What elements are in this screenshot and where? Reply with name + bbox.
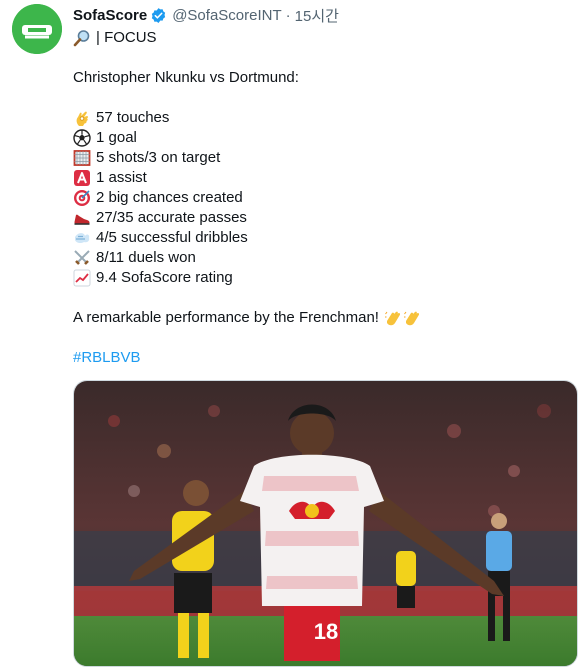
- user-handle[interactable]: @SofaScoreINT: [172, 7, 281, 24]
- stat-line: 5 shots/3 on target: [73, 148, 573, 168]
- hashtag-line: #RBLBVB: [73, 348, 573, 368]
- stat-text: 5 shots/3 on target: [96, 149, 221, 166]
- display-name[interactable]: SofaScore: [73, 7, 147, 24]
- tweet-text: | FOCUS Christopher Nkunku vs Dortmund: …: [73, 28, 573, 368]
- clapping-hands-icon: [403, 309, 421, 327]
- sofascore-logo-icon: [12, 4, 62, 54]
- tweet-media-photo[interactable]: 18: [73, 380, 578, 667]
- tweet-header: SofaScore @SofaScoreINT · 15시간: [73, 5, 339, 25]
- ok-hand-icon: [73, 109, 91, 127]
- chart-increasing-icon: [73, 269, 91, 287]
- stat-line: 27/35 accurate passes: [73, 208, 573, 228]
- player-yellow-right: [396, 551, 416, 608]
- football-photo: 18: [74, 381, 577, 666]
- dash-wind-icon: [73, 229, 91, 247]
- soccer-ball-icon: [73, 129, 91, 147]
- stat-line: 57 touches: [73, 108, 573, 128]
- intro-line: Christopher Nkunku vs Dortmund:: [73, 69, 299, 86]
- crossed-swords-icon: [73, 249, 91, 267]
- separator-dot: ·: [285, 6, 291, 24]
- verified-badge-icon: [150, 7, 167, 24]
- target-icon: [73, 189, 91, 207]
- stat-text: 57 touches: [96, 109, 170, 126]
- stat-text: 1 assist: [96, 169, 147, 186]
- stat-text: 9.4 SofaScore rating: [96, 269, 233, 286]
- stat-line: 2 big chances created: [73, 188, 573, 208]
- stat-line: 1 assist: [73, 168, 573, 188]
- focus-label: | FOCUS: [96, 29, 157, 46]
- goal-net-icon: [73, 149, 91, 167]
- closing-text: A remarkable performance by the Frenchma…: [73, 309, 379, 326]
- tweet[interactable]: SofaScore @SofaScoreINT · 15시간 | FOCUS C…: [0, 0, 582, 667]
- stat-line: 1 goal: [73, 128, 573, 148]
- stat-text: 2 big chances created: [96, 189, 243, 206]
- stat-line: 8/11 duels won: [73, 248, 573, 268]
- magnifying-glass-icon: [73, 29, 91, 47]
- stat-text: 27/35 accurate passes: [96, 209, 247, 226]
- stat-line: 4/5 successful dribbles: [73, 228, 573, 248]
- avatar[interactable]: [12, 4, 62, 54]
- running-shoe-icon: [73, 209, 91, 227]
- stat-text: 8/11 duels won: [96, 249, 196, 266]
- stat-text: 4/5 successful dribbles: [96, 229, 248, 246]
- clapping-hands-icon: [384, 309, 402, 327]
- closing-line: A remarkable performance by the Frenchma…: [73, 308, 573, 328]
- timestamp[interactable]: 15시간: [295, 5, 339, 26]
- letter-a-icon: [73, 169, 91, 187]
- hashtag-link[interactable]: #RBLBVB: [73, 348, 141, 368]
- stat-text: 1 goal: [96, 129, 137, 146]
- jersey-number: 18: [314, 619, 338, 644]
- stat-line: 9.4 SofaScore rating: [73, 268, 573, 288]
- focus-line: | FOCUS: [73, 28, 573, 48]
